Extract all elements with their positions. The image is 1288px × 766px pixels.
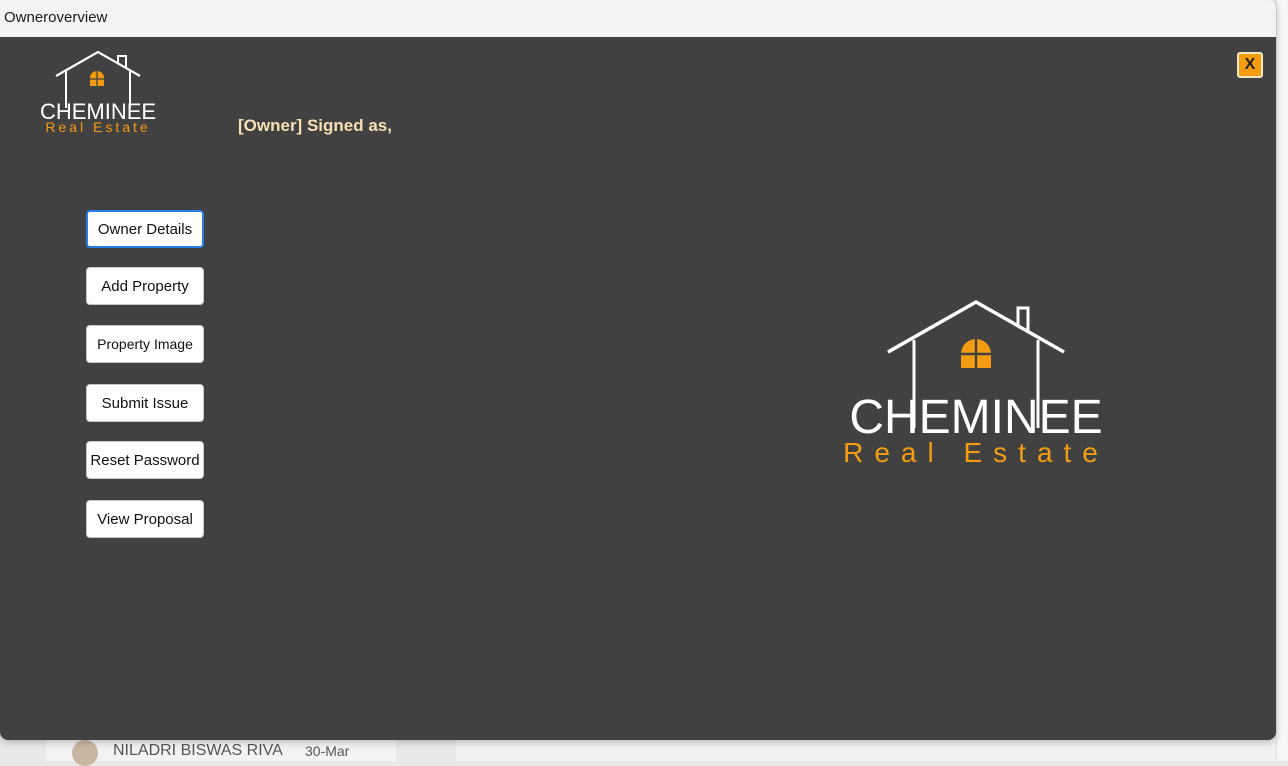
logo-large-tagline: Real Estate [843,437,1109,468]
title-bar[interactable]: Owneroverview [0,0,1276,37]
close-button[interactable]: X [1237,52,1263,78]
contact-avatar [72,740,98,766]
logo-large: CHEMINEE Real Estate [843,299,1109,468]
reset-password-button[interactable]: Reset Password [86,441,204,479]
contact-date: 30-Mar [305,743,350,759]
submit-issue-button[interactable]: Submit Issue [86,384,204,422]
contact-name: NILADRI BISWAS RIVA [113,742,283,759]
logo-small-tagline: Real Estate [45,119,150,135]
view-proposal-button[interactable]: View Proposal [86,500,204,538]
background-right-panel [1276,0,1288,760]
logo-small: CHEMINEE Real Estate [40,50,156,135]
signed-as-label: [Owner] Signed as, [238,116,392,135]
owner-overview-window: Owneroverview CHEMINEE Real Estate [Owne… [0,0,1276,740]
property-image-button[interactable]: Property Image [86,325,204,363]
window-title: Owneroverview [4,9,108,26]
owner-details-button[interactable]: Owner Details [86,210,204,248]
add-property-button[interactable]: Add Property [86,267,204,305]
